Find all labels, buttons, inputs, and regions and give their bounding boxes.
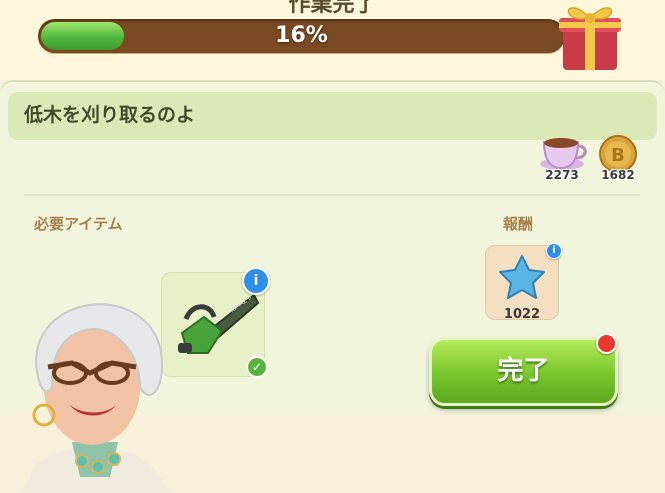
tea-currency: 2273 — [534, 134, 590, 182]
tea-amount: 2273 — [545, 168, 579, 182]
coin-currency: B 1682 — [590, 134, 646, 182]
progress-bar: 16% — [38, 19, 565, 53]
gift-box-icon[interactable] — [555, 0, 625, 74]
quest-panel: 低木を刈り取るのよ 2273 B 1682 必要アイテム 報酬 RIMAZ II… — [0, 80, 665, 493]
svg-text:B: B — [611, 145, 625, 166]
reward-info-icon[interactable]: i — [546, 243, 562, 259]
owned-check-icon: ✓ — [246, 356, 268, 378]
notification-dot — [596, 333, 617, 354]
required-items-label: 必要アイテム — [34, 215, 123, 233]
divider — [24, 194, 640, 196]
progress-label: 16% — [275, 23, 328, 48]
reward-amount: 1022 — [503, 307, 541, 322]
done-button[interactable]: 完了 — [429, 337, 618, 406]
quest-title: 低木を刈り取るのよ — [24, 104, 196, 126]
item-info-icon[interactable]: i — [242, 267, 270, 295]
header-strip: 作業完了 16% — [0, 0, 665, 80]
grandma-character-avatar — [20, 303, 170, 493]
coin-amount: 1682 — [601, 168, 635, 182]
reward-label: 報酬 — [503, 215, 534, 233]
